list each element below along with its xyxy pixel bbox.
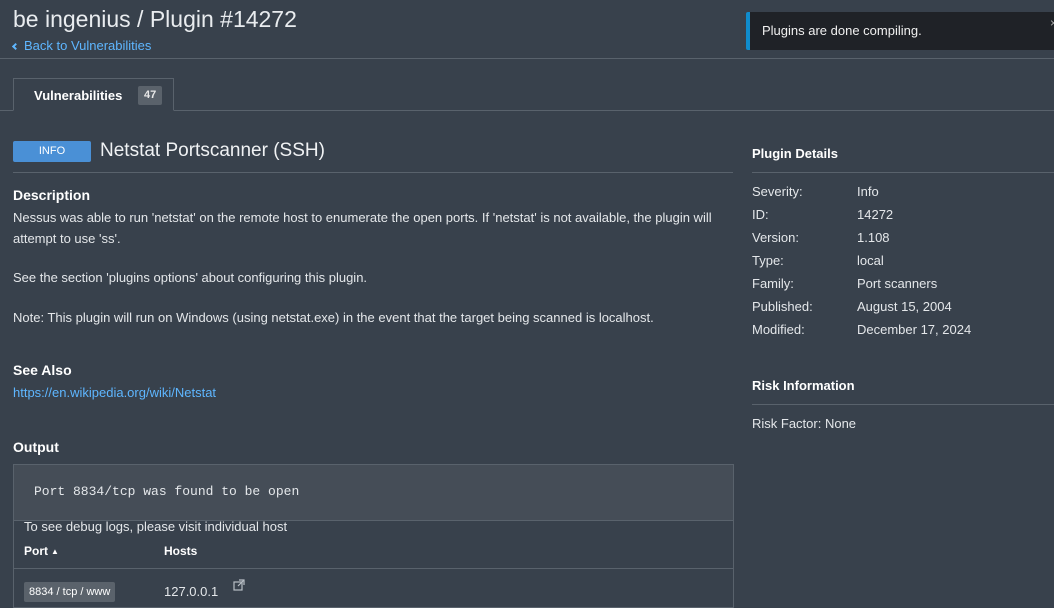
debug-note: To see debug logs, please visit individu… (24, 519, 288, 534)
description-paragraph: Note: This plugin will run on Windows (u… (13, 310, 654, 325)
close-icon[interactable]: × (1050, 16, 1054, 30)
divider (752, 404, 1054, 405)
chevron-left-icon (11, 42, 20, 51)
detail-label: Published: (752, 299, 813, 314)
detail-value: December 17, 2024 (857, 322, 972, 337)
column-header-port[interactable]: Port ▲ (24, 544, 59, 558)
output-text: Port 8834/tcp was found to be open (34, 484, 300, 499)
tab-vulnerabilities[interactable]: Vulnerabilities 47 (13, 78, 174, 111)
column-header-hosts: Hosts (164, 544, 198, 558)
tab-count-badge: 47 (138, 86, 163, 105)
tab-bar: Vulnerabilities 47 (0, 78, 1054, 111)
back-to-vulnerabilities-link[interactable]: Back to Vulnerabilities (11, 38, 152, 53)
output-block: Port 8834/tcp was found to be open (14, 465, 733, 521)
divider (13, 172, 733, 173)
plugin-name: Netstat Portscanner (SSH) (100, 140, 325, 161)
host-address: 127.0.0.1 (164, 584, 219, 599)
detail-label: Modified: (752, 322, 805, 337)
detail-value: local (857, 253, 884, 268)
detail-label: Severity: (752, 184, 803, 199)
plugin-details-heading: Plugin Details (752, 146, 838, 161)
port-badge: 8834 / tcp / www (24, 582, 116, 602)
risk-factor: Risk Factor: None (752, 416, 857, 431)
detail-value: Info (857, 184, 879, 199)
detail-value: Port scanners (857, 276, 938, 291)
description-paragraph: Nessus was able to run 'netstat' on the … (13, 210, 712, 246)
detail-value: 14272 (857, 207, 894, 222)
back-link-label: Back to Vulnerabilities (24, 38, 152, 53)
description-paragraph: See the section 'plugins options' about … (13, 270, 368, 285)
risk-information-heading: Risk Information (752, 378, 855, 393)
see-also-link[interactable]: https://en.wikipedia.org/wiki/Netstat (13, 385, 216, 400)
detail-label: ID: (752, 207, 769, 222)
divider (752, 172, 1054, 173)
toast-message: Plugins are done compiling. (762, 23, 922, 38)
detail-label: Type: (752, 253, 784, 268)
external-link-icon[interactable] (233, 579, 245, 591)
see-also-heading: See Also (13, 362, 72, 378)
severity-badge: INFO (13, 141, 91, 162)
table-header: Port ▲ Hosts (14, 535, 733, 569)
detail-label: Version: (752, 230, 799, 245)
output-panel: Port 8834/tcp was found to be open To se… (13, 464, 734, 608)
sort-ascending-icon: ▲ (51, 547, 59, 556)
detail-value: August 15, 2004 (857, 299, 952, 314)
description-heading: Description (13, 187, 91, 203)
output-heading: Output (13, 439, 59, 455)
toast-notification: Plugins are done compiling. × (746, 12, 1054, 50)
tab-label: Vulnerabilities (34, 88, 123, 103)
detail-label: Family: (752, 276, 794, 291)
detail-value: 1.108 (857, 230, 890, 245)
page-title: be ingenius / Plugin #14272 (13, 6, 297, 32)
column-label: Port (24, 544, 48, 558)
